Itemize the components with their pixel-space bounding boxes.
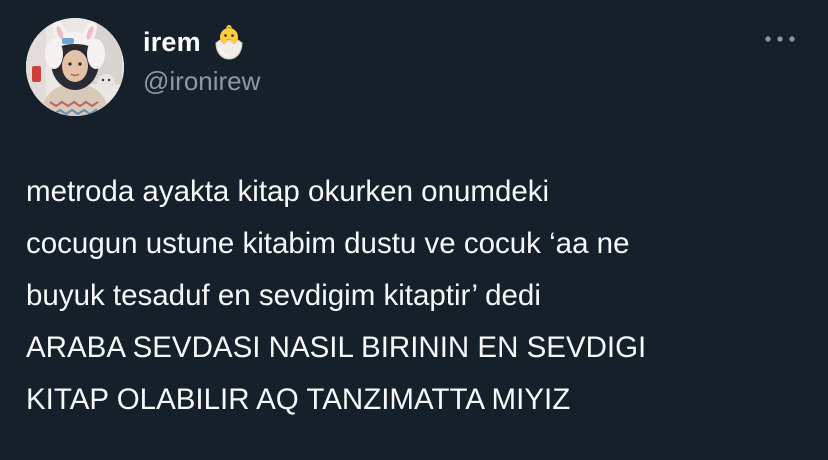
tweet-text-line: ARABA SEVDASI NASIL BIRININ EN SEVDIGI [26,331,647,364]
tweet-text-line: KITAP OLABILIR AQ TANZIMATTA MIYIZ [26,383,571,416]
tweet-text-line: metroda ayakta kitap okurken onumdeki [26,175,550,208]
avatar[interactable] [26,18,124,116]
avatar-image [26,18,124,116]
display-name[interactable]: irem [143,27,201,58]
hatching-chick-icon [209,22,249,62]
author-name-row[interactable]: irem [143,22,249,62]
tweet-card: irem @ironirew metroda ayakta kitap okur… [0,0,828,460]
user-handle[interactable]: @ironirew [143,66,260,97]
tweet-text: metroda ayakta kitap okurken onumdeki co… [26,166,816,426]
more-options-button[interactable] [758,26,802,52]
tweet-text-line: buyuk tesaduf en sevdigim kitaptir’ dedi [26,279,541,312]
more-horizontal-icon [765,36,795,42]
tweet-text-line: cocugun ustune kitabim dustu ve cocuk ‘a… [26,227,630,260]
